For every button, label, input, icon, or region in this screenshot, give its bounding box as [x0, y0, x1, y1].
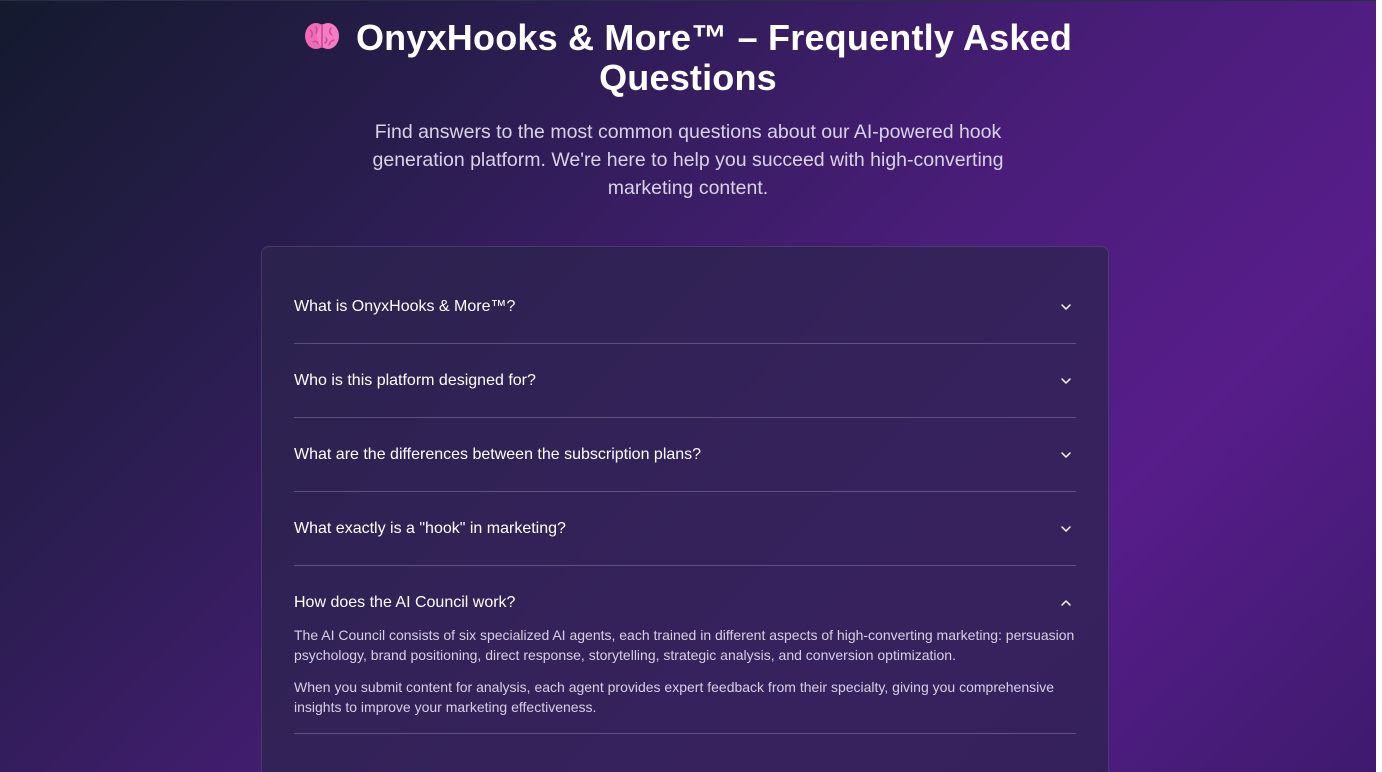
faq-question: What exactly is a "hook" in marketing?: [294, 519, 566, 537]
faq-question: How does the AI Council work?: [294, 593, 516, 611]
faq-question: Who is this platform designed for?: [294, 371, 536, 389]
faq-answer-paragraph: The AI Council consists of six specializ…: [294, 627, 1075, 663]
page-title-text: OnyxHooks & More™ – Frequently Asked Que…: [355, 17, 1073, 98]
chevron-down-icon[interactable]: [1060, 375, 1072, 387]
faq-card: What is OnyxHooks & More™? Who is this p…: [261, 246, 1109, 772]
faq-question-row[interactable]: What are the differences between the sub…: [294, 418, 1076, 491]
faq-item[interactable]: What are the differences between the sub…: [294, 418, 1076, 492]
faq-question-row[interactable]: What is OnyxHooks & More™?: [294, 270, 1076, 343]
faq-header: OnyxHooks & More™ – Frequently Asked Que…: [0, 18, 1376, 202]
faq-question: What are the differences between the sub…: [294, 445, 702, 463]
faq-item[interactable]: Who is this platform designed for?: [294, 344, 1076, 418]
faq-answer: The AI Council consists of six specializ…: [294, 625, 1076, 733]
faq-question-row[interactable]: Who is this platform designed for?: [294, 344, 1076, 417]
page-title: OnyxHooks & More™ – Frequently Asked Que…: [278, 18, 1098, 98]
chevron-down-icon[interactable]: [1060, 523, 1072, 535]
faq-item-expanded[interactable]: How does the AI Council work? The AI Cou…: [294, 566, 1076, 734]
faq-question: What is OnyxHooks & More™?: [294, 297, 516, 315]
chevron-down-icon[interactable]: [1060, 449, 1072, 461]
chevron-up-icon[interactable]: [1060, 597, 1072, 609]
faq-item[interactable]: What exactly is a "hook" in marketing?: [294, 492, 1076, 566]
chevron-down-icon[interactable]: [1060, 301, 1072, 313]
faq-item[interactable]: What is OnyxHooks & More™?: [294, 270, 1076, 344]
faq-question-row[interactable]: What exactly is a "hook" in marketing?: [294, 492, 1076, 565]
brain-icon: [304, 23, 339, 49]
faq-answer-paragraph: When you submit content for analysis, ea…: [294, 679, 1055, 715]
top-border: [0, 0, 1376, 1]
page-subtitle: Find answers to the most common question…: [372, 121, 1004, 199]
window-edge: [1376, 0, 1382, 772]
